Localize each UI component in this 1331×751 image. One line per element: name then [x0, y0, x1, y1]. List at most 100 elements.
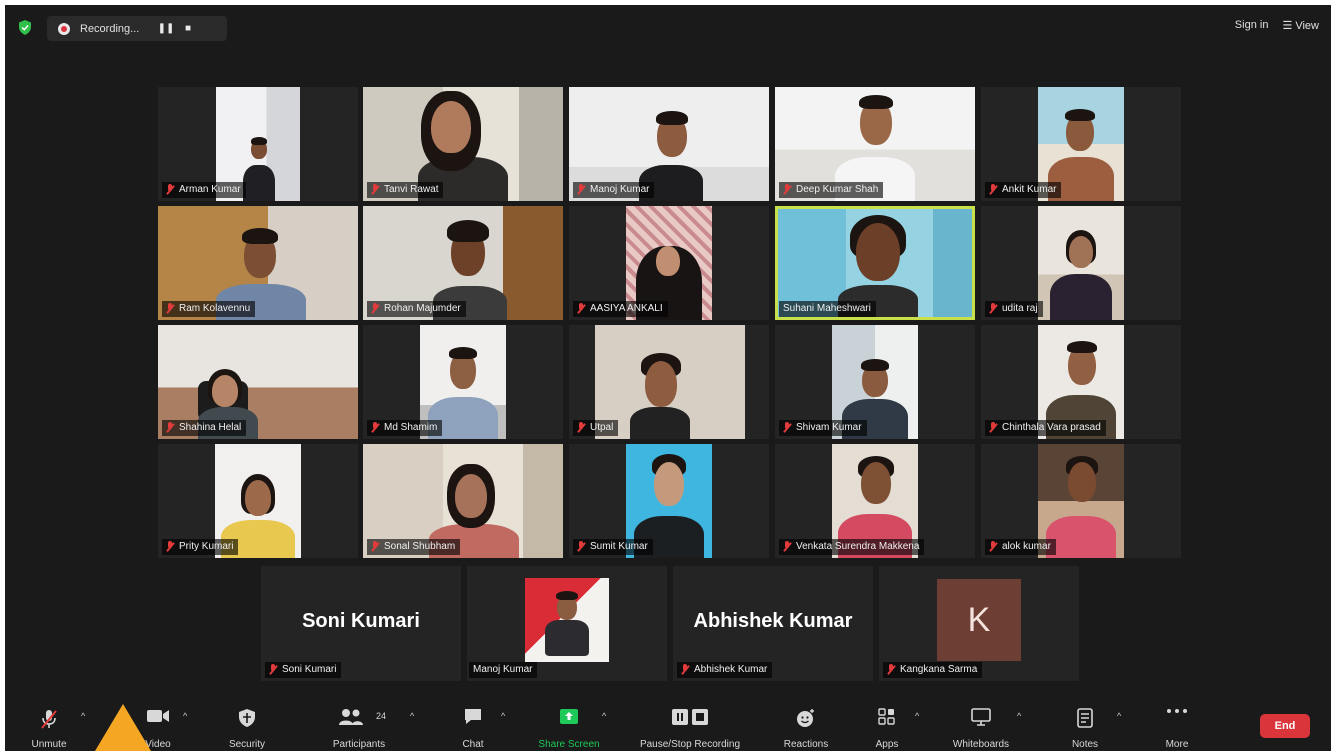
participant-tile[interactable]: Sumit Kumar [569, 444, 769, 558]
participant-tile[interactable]: udita raj [981, 206, 1181, 320]
participants-count: 24 [376, 711, 387, 721]
shield-icon[interactable] [18, 20, 32, 35]
mic-off-icon [783, 422, 792, 433]
participant-name: udita raj [985, 301, 1043, 317]
participant-name: Rohan Majumder [367, 301, 466, 317]
participant-name: Abhishek Kumar [677, 662, 773, 678]
participant-tile[interactable]: Ankit Kumar [981, 87, 1181, 201]
security-button[interactable]: Security [219, 699, 275, 751]
participant-name: Soni Kumari [265, 662, 342, 678]
audio-options-caret[interactable]: ^ [81, 712, 90, 721]
mic-off-icon [269, 664, 278, 675]
stop-recording-button[interactable]: ■ [177, 23, 199, 34]
mic-off-icon [371, 184, 380, 195]
notes-options-caret[interactable]: ^ [1117, 712, 1126, 721]
apps-options-caret[interactable]: ^ [915, 712, 924, 721]
top-right-controls: Sign in ☰ View [1235, 19, 1319, 32]
apps-icon [878, 708, 895, 725]
shield-icon [239, 709, 255, 727]
participant-name: Chinthala Vara prasad [985, 420, 1106, 436]
mic-off-icon [989, 184, 998, 195]
whiteboard-icon [971, 708, 991, 726]
view-button[interactable]: ☰ View [1282, 19, 1319, 32]
top-bar: Recording... ❚❚ ■ Sign in ☰ View [5, 5, 1331, 49]
participant-tile[interactable]: Ram Kolavennu [158, 206, 358, 320]
whiteboards-button[interactable]: Whiteboards [941, 699, 1021, 751]
participant-tile[interactable]: Rohan Majumder [363, 206, 563, 320]
recording-label: Recording... [80, 22, 140, 35]
participant-name: Shahina Helal [162, 420, 247, 436]
mic-off-icon [783, 541, 792, 552]
mic-off-icon [989, 303, 998, 314]
participant-tile[interactable]: AASIYA ANKALI [569, 206, 769, 320]
participant-name: Sumit Kumar [573, 539, 653, 555]
mic-off-icon [783, 184, 792, 195]
video-options-caret[interactable]: ^ [183, 712, 192, 721]
participant-name: alok kumar [985, 539, 1056, 555]
participant-name: Kangkana Sarma [883, 662, 983, 678]
participant-tile[interactable]: Tanvi Rawat [363, 87, 563, 201]
participant-tile[interactable]: Prity Kumari [158, 444, 358, 558]
participant-tile[interactable]: Deep Kumar Shah [775, 87, 975, 201]
participant-tile[interactable]: Arman Kumar [158, 87, 358, 201]
chat-options-caret[interactable]: ^ [501, 712, 510, 721]
recording-indicator: Recording... ❚❚ ■ [47, 16, 227, 41]
chat-button[interactable]: Chat [451, 699, 495, 751]
mic-off-icon [166, 303, 175, 314]
participant-name: Deep Kumar Shah [779, 182, 884, 198]
reactions-button[interactable]: Reactions [775, 699, 837, 751]
share-options-caret[interactable]: ^ [602, 712, 611, 721]
pause-recording-button[interactable]: ❚❚ [155, 23, 177, 34]
participant-tile[interactable]: alok kumar [981, 444, 1181, 558]
participant-display-name: Abhishek Kumar [693, 610, 853, 632]
sign-in-link[interactable]: Sign in [1235, 19, 1269, 32]
participant-name: Sonal Shubham [367, 539, 461, 555]
participant-tile[interactable]: Shivam Kumar [775, 325, 975, 439]
mic-off-icon [166, 541, 175, 552]
share-screen-icon [560, 709, 578, 724]
participant-name: Suhani Maheshwari [779, 301, 876, 317]
participant-tile[interactable]: Venkata Surendra Makkena [775, 444, 975, 558]
participant-tile[interactable]: Utpal [569, 325, 769, 439]
apps-button[interactable]: Apps [865, 699, 909, 751]
participant-name: Venkata Surendra Makkena [779, 539, 925, 555]
participant-name: Tanvi Rawat [367, 182, 444, 198]
participant-name: Manoj Kumar [573, 182, 655, 198]
participant-initial-avatar: K [937, 579, 1021, 661]
participant-tile[interactable]: Manoj Kumar [467, 566, 667, 681]
cursor-arrow-overlay [95, 704, 151, 751]
participant-tile-active-speaker[interactable]: Suhani Maheshwari [775, 206, 975, 320]
mic-off-icon [371, 541, 380, 552]
participant-tile[interactable]: K Kangkana Sarma [879, 566, 1079, 681]
emoji-smile-icon [797, 709, 814, 727]
whiteboards-options-caret[interactable]: ^ [1017, 712, 1026, 721]
notes-button[interactable]: Notes [1063, 699, 1107, 751]
unmute-button[interactable]: Unmute [23, 699, 75, 751]
participant-tile[interactable]: Abhishek Kumar Abhishek Kumar [673, 566, 873, 681]
mic-off-icon [371, 422, 380, 433]
participant-name: AASIYA ANKALI [573, 301, 668, 317]
participant-tile[interactable]: Soni Kumari Soni Kumari [261, 566, 461, 681]
participant-tile[interactable]: Md Shamim [363, 325, 563, 439]
participant-tile[interactable]: Chinthala Vara prasad [981, 325, 1181, 439]
mic-off-icon [41, 710, 57, 729]
share-screen-button[interactable]: Share Screen [529, 699, 609, 751]
pause-stop-icon [672, 709, 708, 725]
participant-name: Ram Kolavennu [162, 301, 256, 317]
pause-stop-recording-button[interactable]: Pause/Stop Recording [627, 699, 753, 751]
participant-tile[interactable]: Sonal Shubham [363, 444, 563, 558]
participants-button[interactable]: 24 Participants [321, 699, 397, 751]
mic-off-icon [681, 664, 690, 675]
more-button[interactable]: More [1155, 699, 1199, 751]
participant-tile[interactable]: Shahina Helal [158, 325, 358, 439]
notes-icon [1077, 708, 1093, 728]
meeting-toolbar: Unmute ^ Video ^ Security 24 Participant… [5, 699, 1331, 751]
end-meeting-button[interactable]: End [1260, 714, 1310, 738]
participants-options-caret[interactable]: ^ [410, 712, 419, 721]
mic-off-icon [577, 303, 586, 314]
participant-video [525, 578, 609, 662]
mic-off-icon [989, 422, 998, 433]
participant-display-name: Soni Kumari [302, 610, 420, 632]
participant-name: Arman Kumar [162, 182, 246, 198]
participant-tile[interactable]: Manoj Kumar [569, 87, 769, 201]
